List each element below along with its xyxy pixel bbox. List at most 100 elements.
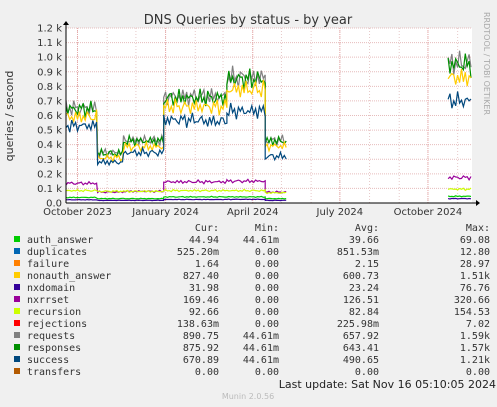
chart-title: DNS Queries by status - by year <box>144 13 353 28</box>
rrdtool-watermark: RRDTOOL / TOBI OETIKER <box>482 12 491 115</box>
legend-name-auth_answer: auth_answer <box>27 235 93 246</box>
legend-value: 0.00 <box>255 295 279 306</box>
x-axis-arrow <box>476 200 480 206</box>
series-line-auth_answer <box>447 195 472 198</box>
legend-name-nonauth_answer: nonauth_answer <box>27 271 111 282</box>
y-tick-label: 0.5 k <box>37 126 62 137</box>
legend-value: 0.00 <box>255 367 279 378</box>
legend-value: 0.00 <box>195 367 219 378</box>
chart-canvas: DNS Queries by status - by year queries … <box>3 12 496 401</box>
legend-swatch-responses <box>14 344 20 350</box>
legend-value: 76.76 <box>460 283 490 294</box>
legend-value: 1.21k <box>460 355 490 366</box>
legend-value: 92.66 <box>189 307 219 318</box>
legend: Cur: Min: Avg: Max: auth_answer 44.94 44.61m 39… <box>14 223 490 378</box>
legend-value: 0.00 <box>255 247 279 258</box>
legend-column-header: Max: <box>466 223 490 234</box>
legend-swatch-nxrrset <box>14 296 20 302</box>
legend-value: 1.57k <box>460 343 490 354</box>
legend-value: 169.46 <box>183 295 219 306</box>
y-tick-label: 0.4 k <box>37 140 62 151</box>
legend-value: 44.61m <box>243 331 279 342</box>
legend-value: 0.00 <box>255 259 279 270</box>
legend-value: 1.51k <box>460 271 490 282</box>
legend-value: 657.92 <box>343 331 379 342</box>
y-axis-arrow <box>63 21 69 25</box>
legend-value: 7.02 <box>466 319 490 330</box>
legend-swatch-requests <box>14 332 20 338</box>
y-tick-label: 0.9 k <box>37 67 62 78</box>
munin-graph: DNS Queries by status - by year queries … <box>0 0 497 407</box>
legend-value: 154.53 <box>454 307 490 318</box>
legend-value: 28.97 <box>460 259 490 270</box>
legend-column-header: Avg: <box>355 223 379 234</box>
legend-value: 827.40 <box>183 271 219 282</box>
x-tick-label: January 2024 <box>131 207 199 218</box>
legend-value: 44.61m <box>243 355 279 366</box>
legend-value: 0.00 <box>255 307 279 318</box>
legend-value: 138.63m <box>177 319 219 330</box>
y-axis-label: queries / second <box>3 71 16 162</box>
last-update-text: Last update: Sat Nov 16 05:10:05 2024 <box>279 378 496 391</box>
legend-value: 490.65 <box>343 355 379 366</box>
plot-area: 0.00.1 k0.2 k0.3 k0.4 k0.5 k0.6 k0.7 k0.… <box>37 21 480 218</box>
legend-swatch-failure <box>14 260 20 266</box>
legend-value: 0.00 <box>255 271 279 282</box>
series-line-nxdomain <box>447 197 472 200</box>
legend-name-rejections: rejections <box>27 319 87 330</box>
legend-value: 69.08 <box>460 235 490 246</box>
legend-value: 44.61m <box>243 235 279 246</box>
legend-value: 82.84 <box>349 307 379 318</box>
legend-value: 525.20m <box>177 247 219 258</box>
legend-swatch-success <box>14 356 20 362</box>
legend-value: 44.61m <box>243 343 279 354</box>
x-tick-label: October 2023 <box>43 207 112 218</box>
legend-name-duplicates: duplicates <box>27 247 87 258</box>
legend-value: 890.75 <box>183 331 219 342</box>
legend-value: 670.89 <box>183 355 219 366</box>
legend-swatch-nonauth_answer <box>14 272 20 278</box>
legend-value: 851.53m <box>337 247 379 258</box>
legend-value: 320.66 <box>454 295 490 306</box>
legend-column-header: Cur: <box>195 223 219 234</box>
legend-column-header: Min: <box>255 223 279 234</box>
legend-value: 12.80 <box>460 247 490 258</box>
legend-swatch-rejections <box>14 320 20 326</box>
legend-value: 600.73 <box>343 271 379 282</box>
legend-value: 1.64 <box>195 259 219 270</box>
legend-name-responses: responses <box>27 343 81 354</box>
legend-name-nxdomain: nxdomain <box>27 283 75 294</box>
y-tick-label: 0.7 k <box>37 96 62 107</box>
legend-swatch-duplicates <box>14 248 20 254</box>
y-tick-label: 0.3 k <box>37 155 62 166</box>
legend-value: 0.00 <box>355 367 379 378</box>
x-tick-label: October 2024 <box>394 207 463 218</box>
legend-value: 39.66 <box>349 235 379 246</box>
y-tick-label: 0.8 k <box>37 82 62 93</box>
legend-name-recursion: recursion <box>27 307 81 318</box>
legend-value: 1.59k <box>460 331 490 342</box>
legend-swatch-nxdomain <box>14 284 20 290</box>
x-tick-label: July 2024 <box>316 207 364 218</box>
legend-swatch-auth_answer <box>14 236 20 242</box>
legend-swatch-recursion <box>14 308 20 314</box>
legend-value: 875.92 <box>183 343 219 354</box>
legend-name-requests: requests <box>27 331 75 342</box>
y-tick-label: 1.1 k <box>37 38 62 49</box>
legend-value: 2.15 <box>355 259 379 270</box>
legend-value: 31.98 <box>189 283 219 294</box>
y-tick-label: 0.2 k <box>37 169 62 180</box>
legend-value: 225.98m <box>337 319 379 330</box>
legend-name-nxrrset: nxrrset <box>27 295 69 306</box>
y-tick-label: 1.2 k <box>37 24 62 35</box>
legend-name-success: success <box>27 355 69 366</box>
y-tick-label: 0.1 k <box>37 184 62 195</box>
y-tick-label: 1.0 k <box>37 53 62 64</box>
y-tick-label: 0.6 k <box>37 111 62 122</box>
munin-version: Munin 2.0.56 <box>222 392 274 401</box>
legend-swatch-transfers <box>14 368 20 374</box>
legend-value: 23.24 <box>349 283 379 294</box>
legend-value: 0.00 <box>255 319 279 330</box>
legend-value: 643.41 <box>343 343 379 354</box>
legend-name-failure: failure <box>27 259 69 270</box>
